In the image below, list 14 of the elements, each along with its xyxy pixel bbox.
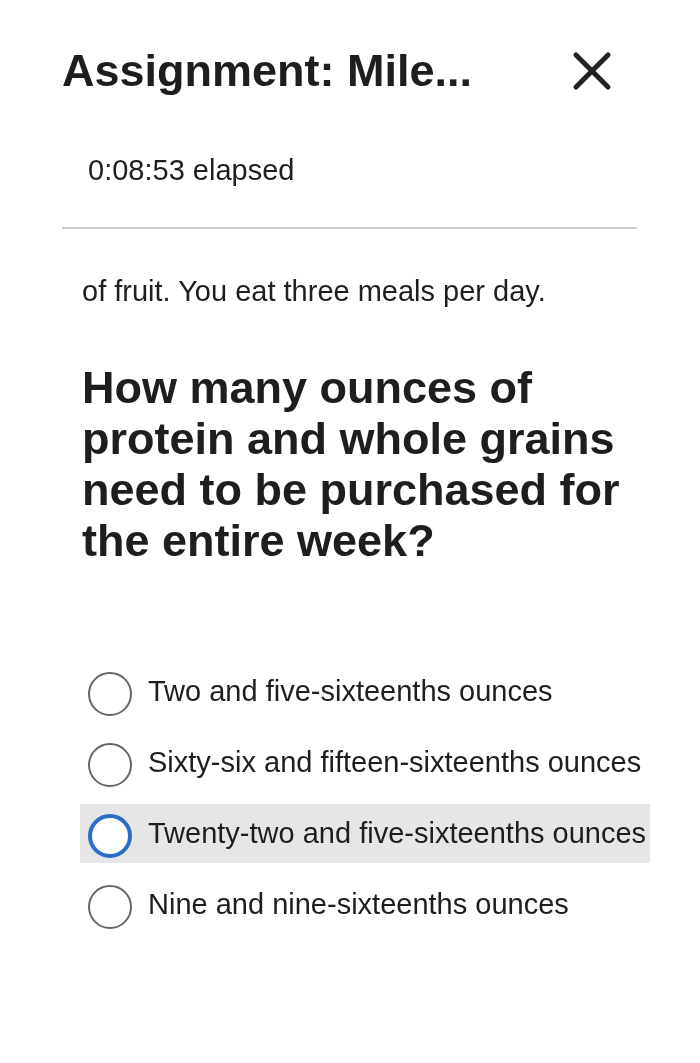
option-label[interactable]: Nine and nine-sixteenths ounces xyxy=(148,880,569,929)
highlighted-option[interactable]: Twenty-two and five-sixteenths ounces xyxy=(80,804,650,863)
close-icon[interactable] xyxy=(572,51,612,91)
option-label[interactable]: Two and five-sixteenths ounces xyxy=(148,667,553,716)
elapsed-time: 0:08:53 elapsed xyxy=(88,154,296,187)
radio-button[interactable] xyxy=(88,743,132,787)
passage-text: of fruit. You eat three meals per day. xyxy=(82,275,547,308)
option-label[interactable]: Twenty-two and five-sixteenths ounces xyxy=(148,809,647,858)
option-label[interactable]: Sixty-six and fifteen-sixteenths ounces xyxy=(148,738,642,787)
page-title: Assignment: Mile... xyxy=(62,45,473,97)
question-text: How many ounces of protein and whole grains need to be purchased for the entire week? xyxy=(82,362,621,566)
radio-button[interactable] xyxy=(88,672,132,716)
radio-button[interactable] xyxy=(88,885,132,929)
radio-button[interactable] xyxy=(88,814,132,858)
